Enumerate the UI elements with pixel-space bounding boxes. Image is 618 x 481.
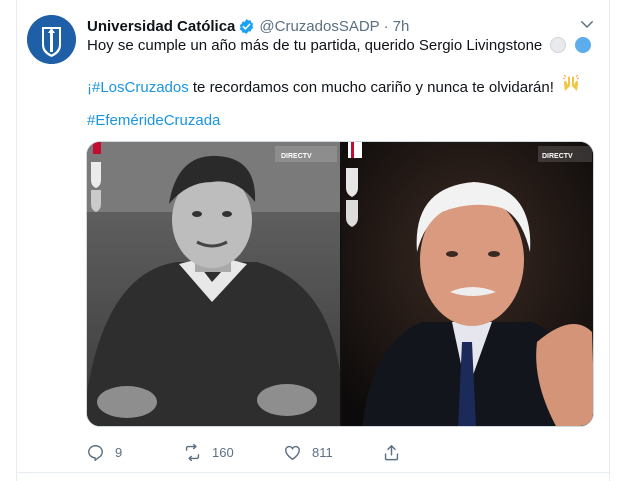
like-count: 811	[312, 444, 333, 460]
retweet-count: 160	[212, 444, 234, 460]
white-circle-emoji-icon	[550, 37, 567, 53]
share-button[interactable]	[382, 440, 401, 464]
retweet-button[interactable]: 160	[183, 440, 234, 464]
directv-badge: DIRECTV	[281, 153, 312, 160]
retweet-icon	[185, 443, 200, 461]
like-icon	[285, 445, 300, 460]
tweet-divider	[16, 472, 610, 473]
tweet-media[interactable]: DIRECTV DIRECTV	[86, 141, 594, 427]
tweet-text: Hoy se cumple un año más de tu partida, …	[87, 37, 543, 54]
university-crest-icon	[27, 15, 76, 64]
author-handle[interactable]: @CruzadosSADP	[259, 18, 379, 35]
flag-stripe	[93, 142, 101, 154]
photo-young-goalkeeper[interactable]: DIRECTV	[87, 142, 340, 427]
like-button[interactable]: 811	[283, 440, 333, 464]
timeline-border-right	[609, 0, 610, 481]
tweet-text: te recordamos con mucho cariño y nunca t…	[188, 79, 554, 96]
hashtag-loscruzados[interactable]: ¡#LosCruzados	[87, 79, 189, 96]
reply-count: 9	[115, 444, 123, 460]
verified-badge-icon	[240, 18, 254, 34]
chevron-down-icon[interactable]	[578, 15, 596, 33]
tweet-header: Universidad Católica @CruzadosSADP · 7h	[87, 15, 598, 37]
tweet-text-line-1: Hoy se cumple un año más de tu partida, …	[87, 36, 591, 56]
photo-elder-livingstone[interactable]: DIRECTV	[342, 142, 594, 427]
tweet-timestamp[interactable]: 7h	[393, 18, 410, 35]
hashtag-efemeridecruzada[interactable]: #Efeméride​Cruzada	[87, 112, 220, 129]
timeline-border-left	[16, 0, 17, 481]
raising-hands-emoji-icon	[562, 74, 580, 98]
avatar[interactable]	[27, 15, 76, 64]
blue-circle-emoji-icon	[574, 37, 591, 53]
header-separator: ·	[383, 17, 389, 35]
author-name[interactable]: Universidad Católica	[87, 18, 235, 35]
reply-icon	[88, 444, 103, 461]
directv-badge: DIRECTV	[542, 153, 573, 160]
tweet-text-line-3: #Efeméride​Cruzada	[87, 111, 220, 131]
reply-button[interactable]: 9	[86, 440, 122, 464]
tweet-actions: 9 160 811	[86, 440, 606, 464]
share-icon	[384, 444, 399, 460]
tweet-text-line-2: ¡#LosCruzados te recordamos con mucho ca…	[87, 74, 580, 98]
